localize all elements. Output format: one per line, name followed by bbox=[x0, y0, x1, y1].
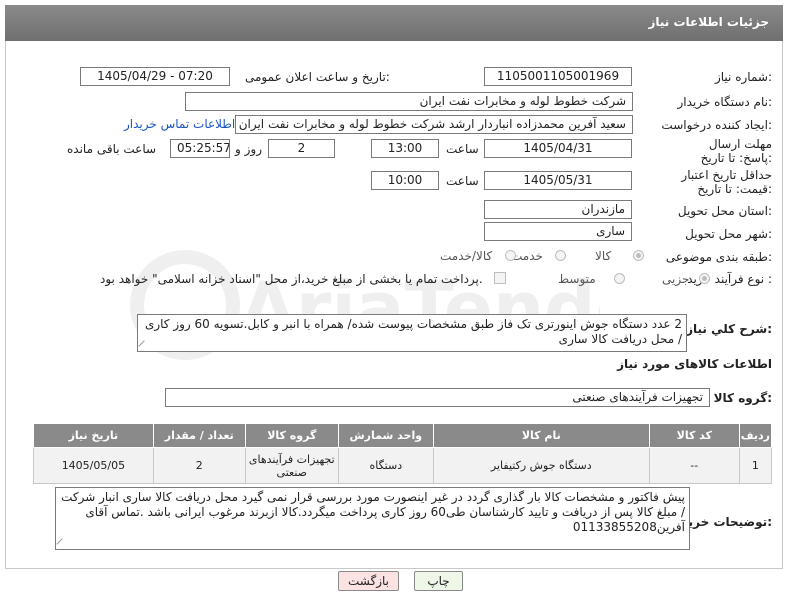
buyer-notes-text: پیش فاکتور و مشخصات کالا بار گذاری گردد … bbox=[61, 490, 685, 534]
price-validity-label: حداقل تاریخ اعتبار قیمت: تا تاریخ: bbox=[681, 168, 772, 196]
category-goods-radio[interactable] bbox=[633, 250, 644, 261]
price-date-field: 1405/05/31 bbox=[484, 171, 632, 190]
day-and-label: روز و bbox=[235, 142, 262, 156]
reply-days-field: 2 bbox=[268, 139, 335, 158]
reply-time-label: ساعت bbox=[446, 142, 479, 156]
page-title: جزئیات اطلاعات نیاز bbox=[648, 15, 769, 29]
need-number-field: 1105001105001969 bbox=[484, 67, 632, 86]
cell-need-date: 1405/05/05 bbox=[33, 447, 154, 484]
cell-item-group: تجهیزات فرآیندهای صنعتی bbox=[244, 447, 339, 484]
price-time-field: 10:00 bbox=[371, 171, 439, 190]
title-bar: جزئیات اطلاعات نیاز bbox=[5, 5, 783, 41]
items-table: ردیف کد کالا نام کالا واحد شمارش گروه کا… bbox=[33, 423, 773, 484]
general-desc-textarea: 2 عدد دستگاه جوش اینورتری تک فاز طبق مشخ… bbox=[137, 314, 687, 352]
page-frame bbox=[5, 5, 783, 569]
buyer-contact-link[interactable]: اطلاعات تماس خریدار bbox=[124, 117, 235, 131]
province-field: مازندران bbox=[484, 200, 632, 219]
print-button[interactable]: چاپ bbox=[414, 571, 463, 591]
col-row-number: ردیف bbox=[738, 423, 773, 448]
process-medium-radio[interactable] bbox=[614, 273, 625, 284]
cell-item-name: دستگاه جوش رکتیفایر bbox=[432, 447, 650, 484]
reply-deadline-label: مهلت ارسال پاسخ: تا تاریخ: bbox=[700, 137, 772, 165]
treasury-payment-note: پرداخت تمام یا بخشی از مبلغ خرید،از محل … bbox=[100, 272, 483, 286]
remaining-label: ساعت باقی مانده bbox=[67, 142, 157, 156]
price-time-label: ساعت bbox=[446, 174, 479, 188]
goods-group-label: گروه کالا: bbox=[713, 391, 772, 405]
cell-quantity: 2 bbox=[152, 447, 246, 484]
col-quantity: تعداد / مقدار bbox=[152, 423, 246, 448]
reply-date-field: 1405/04/31 bbox=[484, 139, 632, 158]
city-label: شهر محل تحویل: bbox=[685, 227, 772, 241]
need-number-label: شماره نیاز: bbox=[714, 70, 772, 84]
buyer-org-field: شرکت خطوط لوله و مخابرات نفت ایران bbox=[185, 92, 633, 111]
category-goods-service-radio[interactable] bbox=[505, 250, 516, 261]
announce-datetime-field: 1405/04/29 - 07:20 bbox=[80, 67, 230, 86]
province-label: استان محل تحویل: bbox=[677, 204, 772, 218]
resize-handle[interactable] bbox=[56, 538, 68, 549]
buyer-org-label: نام دستگاه خریدار: bbox=[677, 95, 773, 109]
category-goods-label: کالا bbox=[595, 249, 612, 263]
general-desc-text: 2 عدد دستگاه جوش اینورتری تک فاز طبق مشخ… bbox=[144, 317, 682, 346]
col-unit: واحد شمارش bbox=[337, 423, 434, 448]
goods-info-heading: اطلاعات کالاهای مورد نیاز bbox=[617, 357, 772, 371]
process-medium-label: متوسط bbox=[558, 272, 596, 286]
cell-row-number: 1 bbox=[738, 447, 773, 484]
process-minor-label: جزیی bbox=[662, 272, 690, 286]
col-need-date: تاریخ نیاز bbox=[33, 423, 154, 448]
col-item-name: نام کالا bbox=[432, 423, 650, 448]
general-desc-label: شرح کلي نیاز: bbox=[686, 322, 772, 336]
category-goods-service-label: کالا/خدمت bbox=[440, 249, 493, 263]
treasury-payment-checkbox[interactable] bbox=[494, 272, 506, 284]
city-field: ساری bbox=[484, 222, 632, 241]
back-button[interactable]: بازگشت bbox=[338, 571, 399, 591]
category-service-radio[interactable] bbox=[555, 250, 566, 261]
cell-item-code: -- bbox=[648, 447, 740, 484]
requester-label: ایجاد کننده درخواست: bbox=[661, 118, 772, 132]
announce-datetime-label: تاریخ و ساعت اعلان عمومی: bbox=[245, 70, 390, 84]
category-label: طبقه بندی موضوعی: bbox=[665, 250, 772, 264]
goods-group-field: تجهیزات فرآیندهای صنعتی bbox=[165, 388, 710, 407]
table-header-row: ردیف کد کالا نام کالا واحد شمارش گروه کا… bbox=[33, 423, 773, 448]
remaining-time-field: 05:25:57 bbox=[170, 139, 230, 158]
col-item-code: کد کالا bbox=[648, 423, 740, 448]
resize-handle[interactable] bbox=[138, 340, 150, 351]
table-row: 1 -- دستگاه جوش رکتیفایر دستگاه تجهیزات … bbox=[33, 447, 773, 484]
cell-unit: دستگاه bbox=[337, 447, 434, 484]
col-item-group: گروه کالا bbox=[244, 423, 339, 448]
buyer-notes-textarea: پیش فاکتور و مشخصات کالا بار گذاری گردد … bbox=[55, 487, 690, 550]
requester-field: سعید آفرین محمدزاده انباردار ارشد شرکت خ… bbox=[235, 115, 633, 134]
process-minor-radio[interactable] bbox=[699, 273, 710, 284]
reply-time-field: 13:00 bbox=[371, 139, 439, 158]
